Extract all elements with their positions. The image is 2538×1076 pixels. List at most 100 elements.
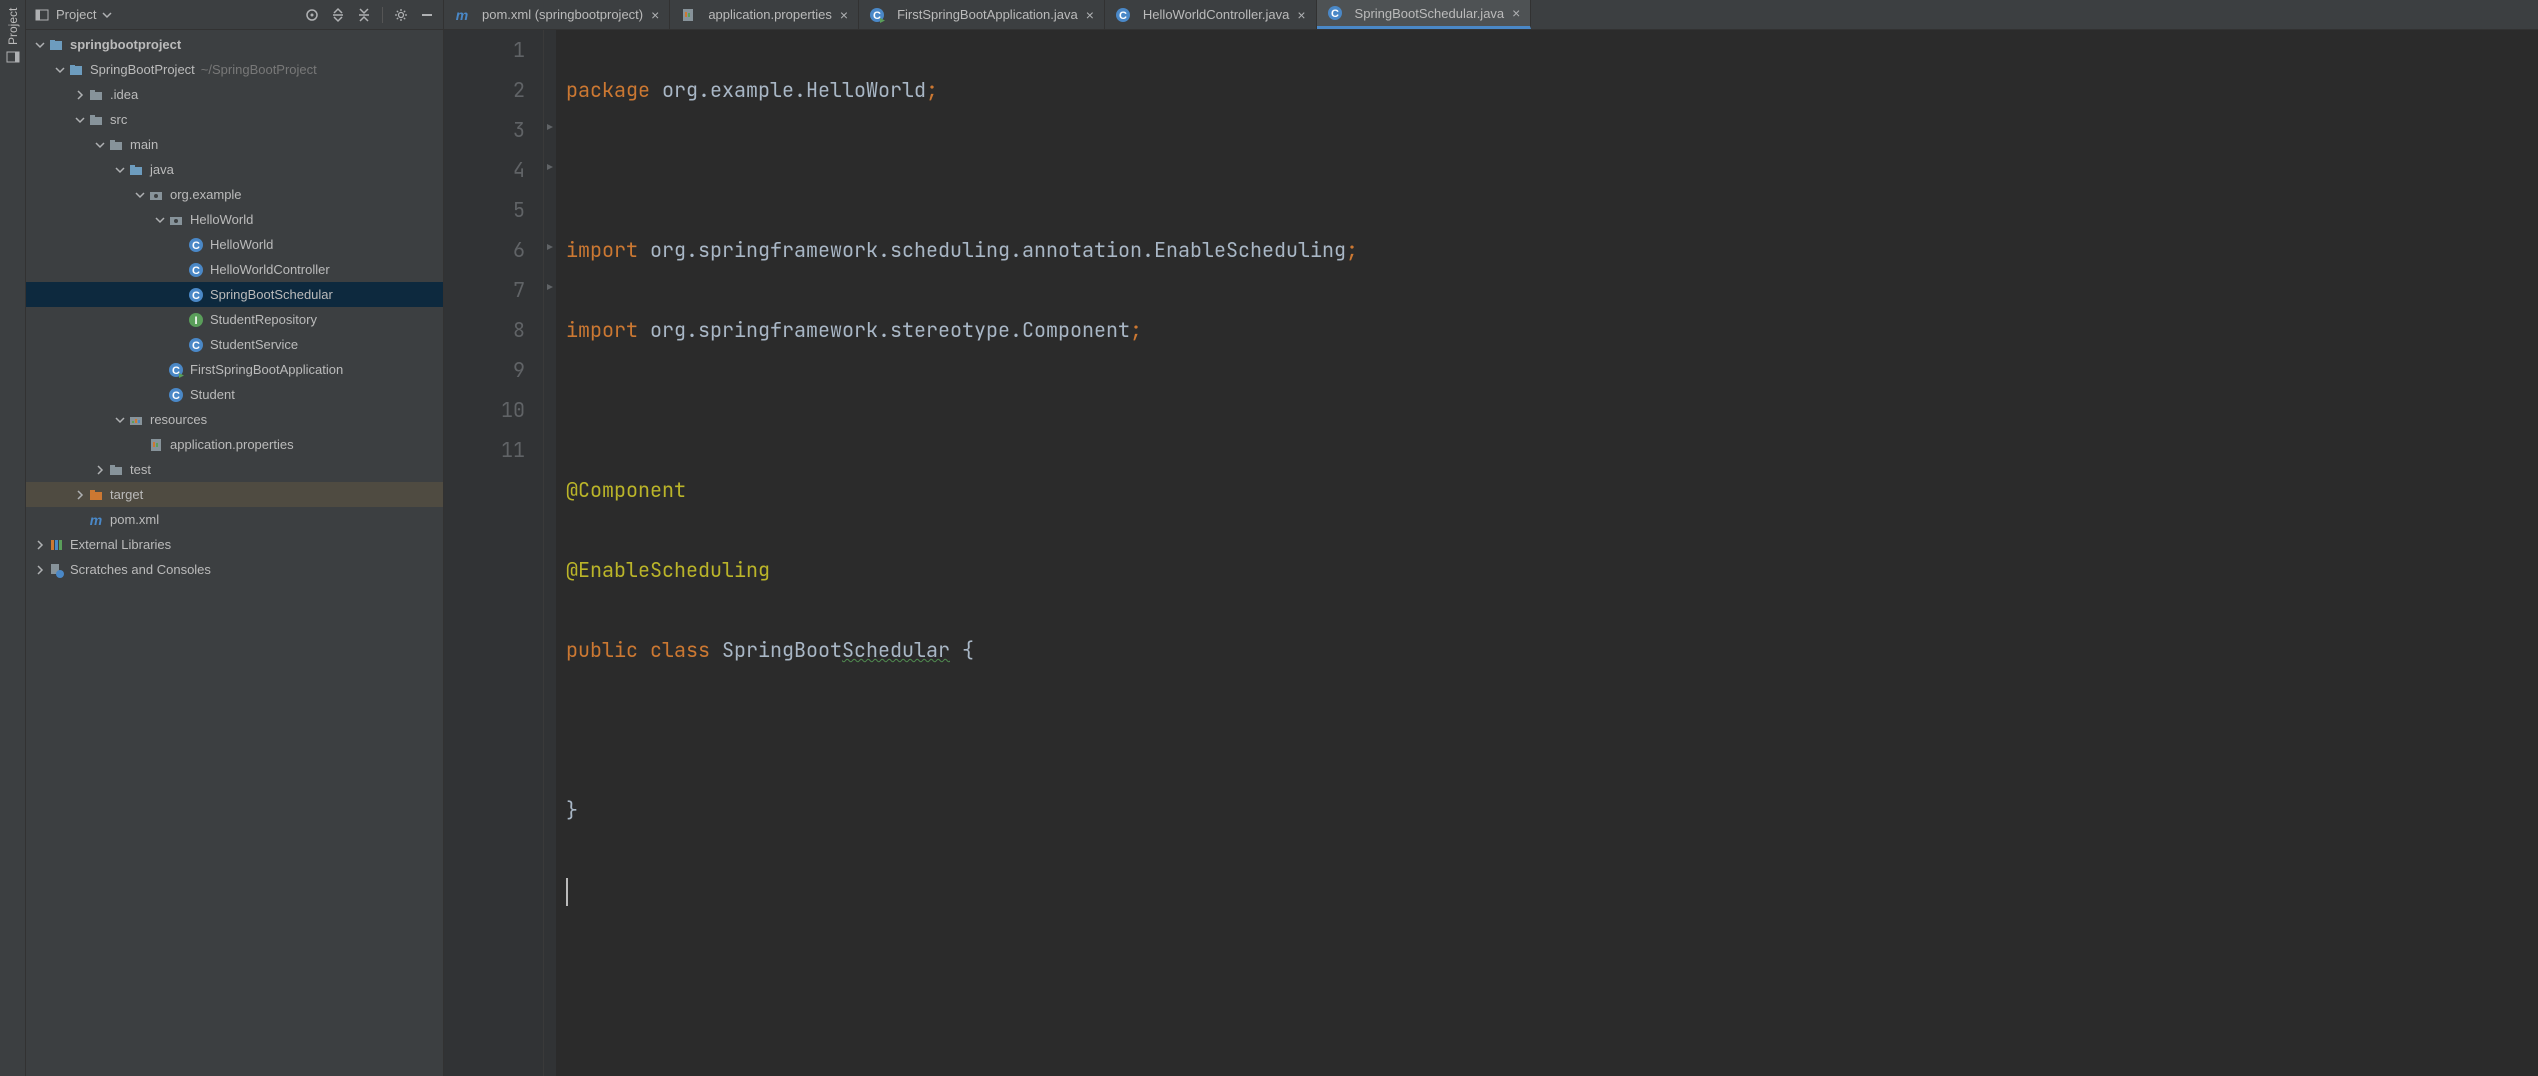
- svg-text:C: C: [192, 265, 200, 277]
- editor-tabs: m pom.xml (springbootproject) × applicat…: [444, 0, 2538, 30]
- tree-item-springbootschedular[interactable]: C SpringBootSchedular: [26, 282, 443, 307]
- chevron-right-icon[interactable]: [32, 562, 48, 578]
- chevron-down-icon[interactable]: [132, 187, 148, 203]
- settings-icon[interactable]: [393, 7, 409, 23]
- code-content[interactable]: package org.example.HelloWorld; import o…: [556, 30, 2538, 1076]
- line-number-gutter: 1 2 3 4 5 6 7 8 9 10 11: [444, 30, 544, 1076]
- tab-pom[interactable]: m pom.xml (springbootproject) ×: [444, 0, 670, 29]
- hide-panel-icon[interactable]: [419, 7, 435, 23]
- class-icon: C: [1115, 7, 1131, 23]
- tree-label: StudentRepository: [210, 312, 317, 327]
- chevron-down-icon[interactable]: [112, 412, 128, 428]
- tab-appprops[interactable]: application.properties ×: [670, 0, 859, 29]
- class-icon: C: [188, 237, 204, 253]
- tree-label: HelloWorld: [190, 212, 253, 227]
- tree-label: java: [150, 162, 174, 177]
- tree-item-student[interactable]: C Student: [26, 382, 443, 407]
- svg-text:C: C: [1119, 10, 1127, 22]
- close-icon[interactable]: ×: [651, 7, 659, 23]
- chevron-down-icon[interactable]: [92, 137, 108, 153]
- dropdown-icon[interactable]: [102, 10, 112, 20]
- tree-label: target: [110, 487, 143, 502]
- tree-item-target[interactable]: target: [26, 482, 443, 507]
- tree-item-main[interactable]: main: [26, 132, 443, 157]
- properties-icon: [680, 7, 696, 23]
- package-icon: [148, 187, 164, 203]
- fold-marker-icon[interactable]: [545, 162, 555, 172]
- tree-label: HelloWorldController: [210, 262, 330, 277]
- tree-item-pom[interactable]: m pom.xml: [26, 507, 443, 532]
- project-view-icon: [34, 7, 50, 23]
- folder-icon: [108, 137, 124, 153]
- tree-item-package[interactable]: org.example: [26, 182, 443, 207]
- tree-label: org.example: [170, 187, 242, 202]
- collapse-all-icon[interactable]: [356, 7, 372, 23]
- svg-text:C: C: [192, 240, 200, 252]
- tree-item-scratches[interactable]: Scratches and Consoles: [26, 557, 443, 582]
- tree-label: test: [130, 462, 151, 477]
- expand-all-icon[interactable]: [330, 7, 346, 23]
- code-editor[interactable]: 1 2 3 4 5 6 7 8 9 10 11 package org.exam…: [444, 30, 2538, 1076]
- editor-area: m pom.xml (springbootproject) × applicat…: [444, 0, 2538, 1076]
- svg-text:I: I: [194, 315, 197, 327]
- tree-item-firstbootapp[interactable]: C FirstSpringBootApplication: [26, 357, 443, 382]
- tab-label: HelloWorldController.java: [1143, 7, 1289, 22]
- tree-item-test[interactable]: test: [26, 457, 443, 482]
- tree-label: src: [110, 112, 127, 127]
- project-tree[interactable]: springbootproject SpringBootProject ~/Sp…: [26, 30, 443, 1076]
- tree-item-external-libraries[interactable]: External Libraries: [26, 532, 443, 557]
- fold-marker-icon[interactable]: [545, 282, 555, 292]
- tree-item-java[interactable]: java: [26, 157, 443, 182]
- chevron-right-icon[interactable]: [72, 87, 88, 103]
- tree-label: SpringBootSchedular: [210, 287, 333, 302]
- chevron-down-icon[interactable]: [112, 162, 128, 178]
- tab-hwcontroller[interactable]: C HelloWorldController.java ×: [1105, 0, 1317, 29]
- tree-label: Student: [190, 387, 235, 402]
- line-number: 11: [444, 430, 525, 470]
- line-number: 10: [444, 390, 525, 430]
- line-number: 2: [444, 70, 525, 110]
- line-number: 9: [444, 350, 525, 390]
- tree-item-studentrepository[interactable]: I StudentRepository: [26, 307, 443, 332]
- tree-item-studentservice[interactable]: C StudentService: [26, 332, 443, 357]
- tree-item-helloworld-pkg[interactable]: HelloWorld: [26, 207, 443, 232]
- svg-text:C: C: [192, 290, 200, 302]
- chevron-down-icon[interactable]: [152, 212, 168, 228]
- excluded-folder-icon: [88, 487, 104, 503]
- tab-firstbootapp[interactable]: C FirstSpringBootApplication.java ×: [859, 0, 1105, 29]
- tree-item-helloworld-class[interactable]: C HelloWorld: [26, 232, 443, 257]
- fold-marker-icon[interactable]: [545, 122, 555, 132]
- module-icon: [68, 62, 84, 78]
- close-icon[interactable]: ×: [1512, 5, 1520, 21]
- tree-item-idea[interactable]: .idea: [26, 82, 443, 107]
- tree-label: FirstSpringBootApplication: [190, 362, 343, 377]
- tree-item-resources[interactable]: resources: [26, 407, 443, 432]
- class-icon: C: [188, 337, 204, 353]
- libraries-icon: [48, 537, 64, 553]
- tree-item-helloworldcontroller[interactable]: C HelloWorldController: [26, 257, 443, 282]
- tree-label: application.properties: [170, 437, 294, 452]
- close-icon[interactable]: ×: [840, 7, 848, 23]
- chevron-down-icon[interactable]: [32, 37, 48, 53]
- project-tool-tab[interactable]: Project: [3, 6, 23, 66]
- tree-label: External Libraries: [70, 537, 171, 552]
- tree-item-module[interactable]: SpringBootProject ~/SpringBootProject: [26, 57, 443, 82]
- tree-item-src[interactable]: src: [26, 107, 443, 132]
- tree-item-appproperties[interactable]: application.properties: [26, 432, 443, 457]
- chevron-right-icon[interactable]: [32, 537, 48, 553]
- close-icon[interactable]: ×: [1086, 7, 1094, 23]
- close-icon[interactable]: ×: [1297, 7, 1305, 23]
- chevron-right-icon[interactable]: [72, 487, 88, 503]
- chevron-right-icon[interactable]: [92, 462, 108, 478]
- tab-label: application.properties: [708, 7, 832, 22]
- fold-marker-icon[interactable]: [545, 242, 555, 252]
- tree-item-root[interactable]: springbootproject: [26, 32, 443, 57]
- chevron-down-icon[interactable]: [52, 62, 68, 78]
- select-opened-icon[interactable]: [304, 7, 320, 23]
- tab-springbootschedular[interactable]: C SpringBootSchedular.java ×: [1317, 0, 1532, 29]
- folder-icon: [88, 112, 104, 128]
- tree-label: StudentService: [210, 337, 298, 352]
- tree-label: main: [130, 137, 158, 152]
- class-icon: C: [1327, 5, 1343, 21]
- chevron-down-icon[interactable]: [72, 112, 88, 128]
